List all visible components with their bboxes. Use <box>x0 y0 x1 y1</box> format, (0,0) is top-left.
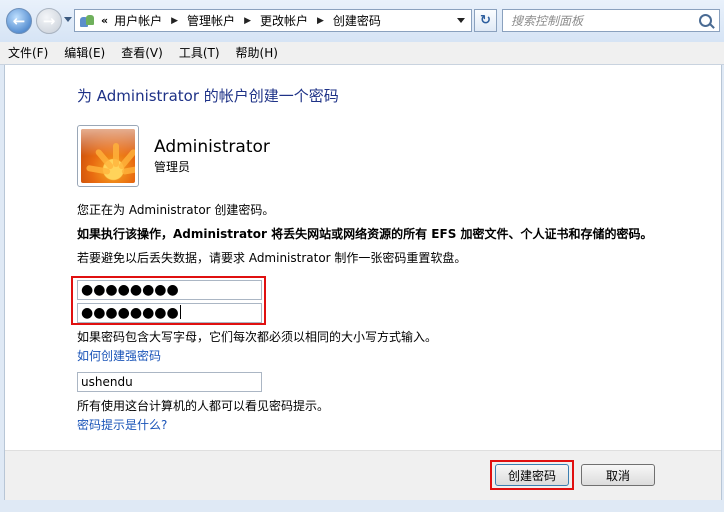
page-title: 为 Administrator 的帐户创建一个密码 <box>77 87 339 105</box>
case-note: 如果密码包含大写字母，它们每次都必须以相同的大小写方式输入。 <box>77 330 438 344</box>
menu-edit[interactable]: 编辑(E) <box>56 42 113 64</box>
address-dropdown-icon[interactable] <box>457 18 465 23</box>
chevron-right-icon[interactable]: ▶ <box>244 16 251 26</box>
forward-button[interactable]: → <box>36 8 62 34</box>
breadcrumb-manage-accounts[interactable]: 管理帐户 <box>187 12 235 29</box>
reset-disk-text: 若要避免以后丢失数据，请要求 Administrator 制作一张密码重置软盘。 <box>77 251 467 265</box>
password-hint-field[interactable]: ushendu <box>77 372 262 392</box>
back-button[interactable]: ← <box>6 8 32 34</box>
history-dropdown-icon[interactable] <box>64 17 72 22</box>
refresh-icon: ↻ <box>480 13 491 28</box>
search-box[interactable] <box>502 9 720 32</box>
arrow-left-icon: ← <box>12 11 26 30</box>
menu-view[interactable]: 查看(V) <box>113 42 171 64</box>
warning-text: 如果执行该操作，Administrator 将丢失网站或网络资源的所有 EFS … <box>77 227 653 241</box>
hint-help-link[interactable]: 密码提示是什么? <box>77 416 167 433</box>
account-name: Administrator <box>154 137 270 157</box>
hint-value: ushendu <box>81 375 133 389</box>
flower-icon <box>81 129 135 183</box>
confirm-password-field[interactable]: ●●●●●●●● <box>77 303 262 323</box>
menu-tools[interactable]: 工具(T) <box>171 42 228 64</box>
info-text: 您正在为 Administrator 创建密码。 <box>77 203 275 217</box>
search-input[interactable] <box>503 12 693 29</box>
create-password-button[interactable]: 创建密码 <box>495 464 569 486</box>
user-accounts-icon <box>79 14 95 28</box>
strong-password-link[interactable]: 如何创建强密码 <box>77 347 161 364</box>
breadcrumb: « 用户帐户 ▶ 管理帐户 ▶ 更改帐户 ▶ 创建密码 <box>101 12 381 29</box>
password-confirm-value: ●●●●●●●● <box>81 305 179 321</box>
new-password-field[interactable]: ●●●●●●●● <box>77 280 262 300</box>
breadcrumb-overflow[interactable]: « <box>101 14 108 27</box>
window: ← → « 用户帐户 ▶ 管理帐户 ▶ 更改帐户 ▶ 创建密码 ↻ 文件(F) … <box>0 0 724 512</box>
breadcrumb-user-accounts[interactable]: 用户帐户 <box>114 12 162 29</box>
refresh-button[interactable]: ↻ <box>474 9 497 32</box>
search-icon[interactable] <box>699 14 712 27</box>
text-cursor <box>179 305 181 319</box>
window-border-bottom <box>0 500 724 512</box>
chevron-right-icon[interactable]: ▶ <box>171 16 178 26</box>
arrow-right-icon: → <box>42 11 56 30</box>
address-bar[interactable]: « 用户帐户 ▶ 管理帐户 ▶ 更改帐户 ▶ 创建密码 <box>74 9 472 32</box>
menu-file[interactable]: 文件(F) <box>0 42 56 64</box>
account-picture <box>77 125 139 187</box>
breadcrumb-change-account[interactable]: 更改帐户 <box>260 12 308 29</box>
cancel-button[interactable]: 取消 <box>581 464 655 486</box>
hint-note: 所有使用这台计算机的人都可以看见密码提示。 <box>77 399 330 413</box>
password-value: ●●●●●●●● <box>81 282 179 298</box>
menu-bar: 文件(F) 编辑(E) 查看(V) 工具(T) 帮助(H) <box>0 42 724 65</box>
chevron-right-icon[interactable]: ▶ <box>317 16 324 26</box>
menu-help[interactable]: 帮助(H) <box>228 42 286 64</box>
breadcrumb-create-password[interactable]: 创建密码 <box>333 12 381 29</box>
navigation-bar: ← → « 用户帐户 ▶ 管理帐户 ▶ 更改帐户 ▶ 创建密码 ↻ <box>0 0 724 42</box>
account-role: 管理员 <box>154 160 191 174</box>
main-content: 为 Administrator 的帐户创建一个密码 Administrator … <box>4 65 722 512</box>
